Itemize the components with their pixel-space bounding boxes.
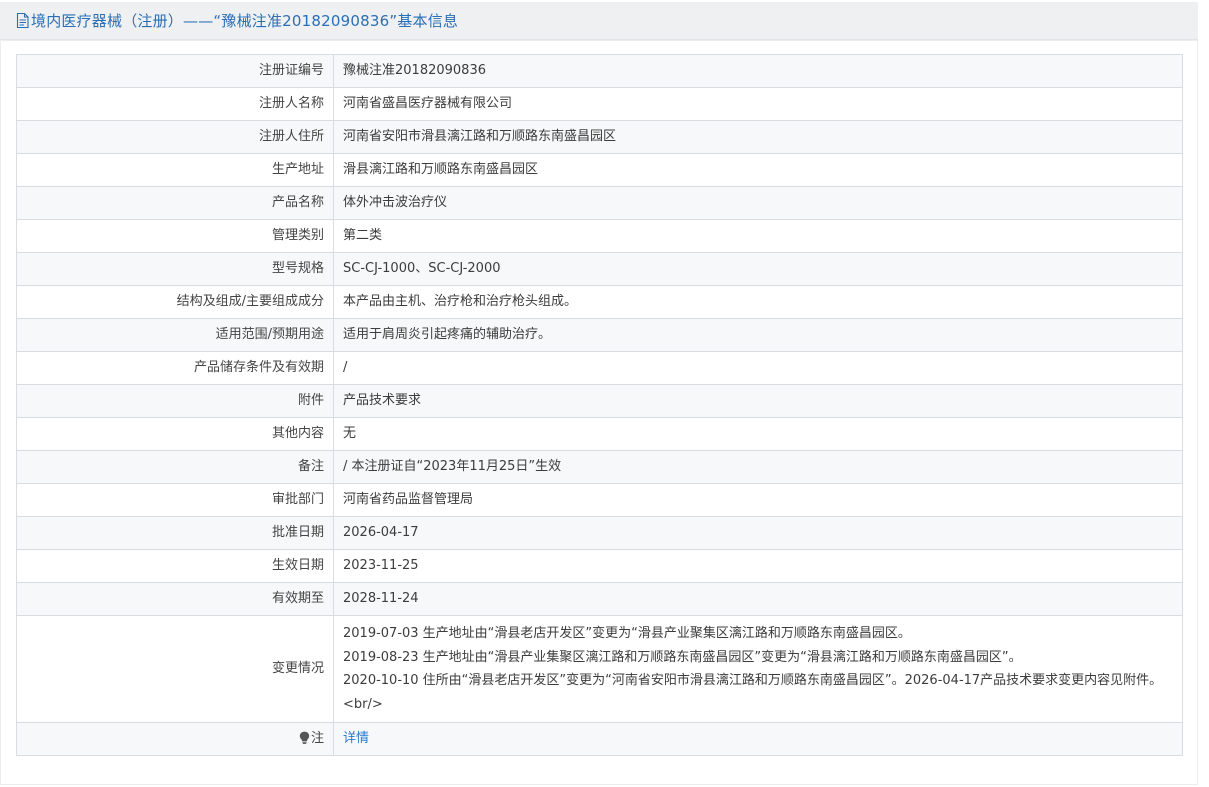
table-row: 生产地址 滑县漓江路和万顺路东南盛昌园区: [16, 153, 1183, 187]
note-row: 注 详情: [16, 722, 1183, 756]
row-label: 注册人住所: [16, 120, 334, 154]
table-row: 产品储存条件及有效期 /: [16, 351, 1183, 385]
row-label: 管理类别: [16, 219, 334, 253]
row-label: 注册证编号: [16, 54, 334, 88]
note-label-cell: 注: [16, 722, 334, 756]
page: 境内医疗器械（注册）——“豫械注准20182090836”基本信息 注册证编号 …: [0, 0, 1209, 787]
page-title: 境内医疗器械（注册）——“豫械注准20182090836”基本信息: [31, 12, 459, 30]
row-value: 2028-11-24: [333, 582, 1183, 616]
row-label: 生产地址: [16, 153, 334, 187]
row-value: 无: [333, 417, 1183, 451]
table-row: 其他内容 无: [16, 417, 1183, 451]
table-row: 管理类别 第二类: [16, 219, 1183, 253]
table-row: 生效日期 2023-11-25: [16, 549, 1183, 583]
row-label: 适用范围/预期用途: [16, 318, 334, 352]
table-row: 型号规格 SC-CJ-1000、SC-CJ-2000: [16, 252, 1183, 286]
row-label: 型号规格: [16, 252, 334, 286]
row-label: 产品储存条件及有效期: [16, 351, 334, 385]
header-bar: 境内医疗器械（注册）——“豫械注准20182090836”基本信息: [0, 2, 1198, 40]
table-row: 产品名称 体外冲击波治疗仪: [16, 186, 1183, 220]
row-label: 有效期至: [16, 582, 334, 616]
row-value: 2023-11-25: [333, 549, 1183, 583]
info-table: 注册证编号 豫械注准20182090836 注册人名称 河南省盛昌医疗器械有限公…: [16, 54, 1183, 756]
table-row: 备注 / 本注册证自“2023年11月25日”生效: [16, 450, 1183, 484]
row-label: 结构及组成/主要组成成分: [16, 285, 334, 319]
change-entry: 2019-07-03 生产地址由“滑县老店开发区”变更为“滑县产业聚集区漓江路和…: [343, 626, 911, 641]
table-row: 有效期至 2028-11-24: [16, 582, 1183, 616]
row-value: 本产品由主机、治疗枪和治疗枪头组成。: [333, 285, 1183, 319]
row-label: 审批部门: [16, 483, 334, 517]
row-value: 体外冲击波治疗仪: [333, 186, 1183, 220]
row-value: 适用于肩周炎引起疼痛的辅助治疗。: [333, 318, 1183, 352]
note-label: 注: [310, 731, 324, 746]
table-row: 适用范围/预期用途 适用于肩周炎引起疼痛的辅助治疗。: [16, 318, 1183, 352]
row-value: 河南省药品监督管理局: [333, 483, 1183, 517]
row-label: 其他内容: [16, 417, 334, 451]
info-table-body: 注册证编号 豫械注准20182090836 注册人名称 河南省盛昌医疗器械有限公…: [16, 54, 1183, 756]
table-row: 注册人名称 河南省盛昌医疗器械有限公司: [16, 87, 1183, 121]
change-entry: 2020-10-10 住所由“滑县老店开发区”变更为“河南省安阳市滑县漓江路和万…: [343, 673, 1163, 712]
table-row: 注册人住所 河南省安阳市滑县漓江路和万顺路东南盛昌园区: [16, 120, 1183, 154]
table-row: 结构及组成/主要组成成分 本产品由主机、治疗枪和治疗枪头组成。: [16, 285, 1183, 319]
table-row: 注册证编号 豫械注准20182090836: [16, 54, 1183, 88]
change-history-value: 2019-07-03 生产地址由“滑县老店开发区”变更为“滑县产业聚集区漓江路和…: [333, 615, 1183, 723]
document-icon: [16, 13, 29, 28]
change-history-row: 变更情况 2019-07-03 生产地址由“滑县老店开发区”变更为“滑县产业聚集区…: [16, 615, 1183, 723]
row-label: 变更情况: [16, 615, 334, 723]
row-label: 注册人名称: [16, 87, 334, 121]
row-label: 生效日期: [16, 549, 334, 583]
row-value: 河南省安阳市滑县漓江路和万顺路东南盛昌园区: [333, 120, 1183, 154]
change-entry: 2019-08-23 生产地址由“滑县产业集聚区漓江路和万顺路东南盛昌园区”变更…: [343, 649, 1022, 665]
row-value: SC-CJ-1000、SC-CJ-2000: [333, 252, 1183, 286]
row-value: 产品技术要求: [333, 384, 1183, 418]
note-value-cell: 详情: [333, 722, 1183, 756]
row-value: /: [333, 351, 1183, 385]
table-row: 批准日期 2026-04-17: [16, 516, 1183, 550]
info-card: 注册证编号 豫械注准20182090836 注册人名称 河南省盛昌医疗器械有限公…: [0, 40, 1198, 785]
row-value: 2026-04-17: [333, 516, 1183, 550]
row-label: 产品名称: [16, 186, 334, 220]
row-value: 滑县漓江路和万顺路东南盛昌园区: [333, 153, 1183, 187]
table-row: 审批部门 河南省药品监督管理局: [16, 483, 1183, 517]
row-value: 第二类: [333, 219, 1183, 253]
lightbulb-icon: [299, 731, 310, 744]
details-link[interactable]: 详情: [343, 731, 369, 746]
row-label: 附件: [16, 384, 334, 418]
row-label: 备注: [16, 450, 334, 484]
row-value: / 本注册证自“2023年11月25日”生效: [333, 450, 1183, 484]
row-label: 批准日期: [16, 516, 334, 550]
row-value: 豫械注准20182090836: [333, 54, 1183, 88]
row-value: 河南省盛昌医疗器械有限公司: [333, 87, 1183, 121]
table-row: 附件 产品技术要求: [16, 384, 1183, 418]
